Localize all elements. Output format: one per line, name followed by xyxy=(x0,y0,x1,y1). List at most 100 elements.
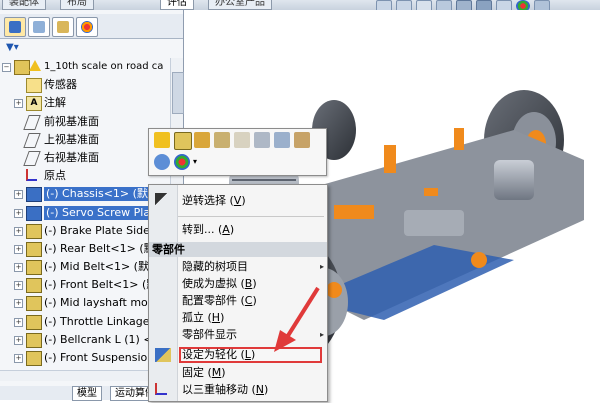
document-icon[interactable] xyxy=(294,132,310,148)
tree-row-top-plane[interactable]: 上视基准面 xyxy=(0,131,168,149)
suppress-icon[interactable] xyxy=(234,132,250,148)
scroll-thumb[interactable] xyxy=(172,72,184,114)
menu-hotkey-suffix: ) xyxy=(229,223,235,236)
menu-item-goto[interactable]: 转到... (A) xyxy=(182,222,234,238)
tree-row-part[interactable]: + (-) Chassis<1> (默认< xyxy=(0,185,168,203)
expand-icon[interactable]: + xyxy=(14,317,23,327)
menu-item-isolate[interactable]: 孤立 (H) xyxy=(182,310,224,326)
plane-icon xyxy=(23,132,41,148)
tree-item-label: 前视基准面 xyxy=(44,114,99,128)
tree-row-origin[interactable]: 原点 xyxy=(0,167,168,185)
edit-part-icon[interactable] xyxy=(174,132,192,150)
tree-row-right-plane[interactable]: 右视基准面 xyxy=(0,149,168,167)
hide-icon[interactable] xyxy=(254,132,270,148)
annotation-icon: A xyxy=(26,96,42,112)
menu-item-hidden-tree-items[interactable]: 隐藏的树项目 xyxy=(182,259,324,275)
select-arrow-icon xyxy=(155,193,171,207)
expand-icon[interactable]: + xyxy=(14,354,23,363)
display-manager-tab[interactable] xyxy=(76,17,98,37)
menu-hotkey-suffix: ) xyxy=(221,366,226,379)
property-manager-tab[interactable] xyxy=(28,17,50,37)
part-icon xyxy=(26,205,42,221)
sensor-icon xyxy=(26,78,42,94)
open-part-icon[interactable] xyxy=(154,132,170,148)
part-icon xyxy=(26,223,42,239)
menu-item-label: 设定为轻化 ( xyxy=(182,348,245,361)
menu-hotkey-suffix: ) xyxy=(250,348,256,361)
tree-row-part[interactable]: + (-) Mid layshaft mou xyxy=(0,294,168,312)
menu-hotkey-suffix: ) xyxy=(252,277,257,290)
tree-horizontal-scrollbar[interactable] xyxy=(0,370,170,381)
menu-item-label: 隐藏的树项目 xyxy=(182,260,248,273)
part-icon xyxy=(26,187,42,203)
expand-icon[interactable]: + xyxy=(14,244,23,254)
mate-icon[interactable] xyxy=(214,132,230,148)
properties-icon[interactable] xyxy=(274,132,290,148)
tree-row-sensors[interactable]: 传感器 xyxy=(0,76,168,94)
assembly-icon[interactable] xyxy=(194,132,210,148)
tab-model[interactable]: 模型 xyxy=(72,386,102,401)
expand-icon[interactable]: + xyxy=(14,226,23,236)
expand-icon[interactable]: + xyxy=(14,190,23,200)
tab-evaluate[interactable]: 评估 xyxy=(160,0,194,10)
menu-hotkey-suffix: ) xyxy=(252,294,257,307)
expand-icon[interactable]: + xyxy=(14,335,23,345)
annotation-arrow xyxy=(274,286,320,352)
appearance-icon[interactable] xyxy=(174,154,190,170)
collapse-icon[interactable]: − xyxy=(2,63,11,72)
menu-item-component-display[interactable]: 零部件显示 xyxy=(182,327,324,343)
menu-item-label: 使成为虚拟 ( xyxy=(182,277,245,290)
tree-row-annotations[interactable]: + A 注解 xyxy=(0,94,168,112)
part-icon xyxy=(26,332,42,348)
panel-tabs xyxy=(0,14,183,39)
menu-item-label: 以三重轴移动 ( xyxy=(182,383,256,396)
tree-item-label: (-) Front Belt<1> (默 xyxy=(44,278,158,292)
tree-item-label: 传感器 xyxy=(44,78,77,92)
tab-layout[interactable]: 布局 xyxy=(60,0,94,10)
filter-icon[interactable]: ▼▾ xyxy=(6,42,36,56)
menu-hotkey: N xyxy=(255,383,265,396)
expand-icon[interactable]: + xyxy=(14,263,23,273)
menu-item-make-virtual[interactable]: 使成为虚拟 (B) xyxy=(182,276,257,292)
plane-icon xyxy=(23,150,41,166)
expand-icon[interactable]: + xyxy=(14,208,23,218)
tree-item-label: (-) Rear Belt<1> (默 xyxy=(44,241,155,255)
tree-row-part[interactable]: + (-) Throttle Linkage< xyxy=(0,313,168,331)
part-icon xyxy=(26,314,42,330)
menu-item-configure-component[interactable]: 配置零部件 (C) xyxy=(182,293,257,309)
dropdown-icon[interactable]: ▾ xyxy=(193,157,197,166)
tree-item-label: 注解 xyxy=(44,96,66,110)
menu-hotkey: A xyxy=(222,223,230,236)
part-icon xyxy=(26,241,42,257)
tree-row-part[interactable]: + (-) Brake Plate Side< xyxy=(0,222,168,240)
tree-item-label: (-) Bellcrank L (1) <1 xyxy=(44,332,160,346)
zoom-selection-icon[interactable] xyxy=(154,154,170,170)
menu-item-label: 孤立 ( xyxy=(182,311,212,324)
menu-item-invert-selection[interactable]: 逆转选择 (V) xyxy=(182,193,246,209)
tree-row-part[interactable]: + (-) Servo Screw Plate xyxy=(0,204,168,222)
tree-row-root[interactable]: − 1_10th scale on road ca xyxy=(0,58,168,76)
expand-icon[interactable]: + xyxy=(14,99,23,109)
menu-section-header: 零部件 xyxy=(149,242,327,257)
expand-icon[interactable]: + xyxy=(14,299,23,309)
menu-item-fix[interactable]: 固定 (M) xyxy=(182,365,226,381)
menu-item-label: 配置零部件 ( xyxy=(182,294,245,307)
menu-item-move-with-triad[interactable]: 以三重轴移动 (N) xyxy=(182,382,268,398)
tree-row-part[interactable]: + (-) Rear Belt<1> (默 xyxy=(0,240,168,258)
plane-icon xyxy=(23,114,41,130)
menu-item-label: 转到... ( xyxy=(182,223,223,236)
tree-row-front-plane[interactable]: 前视基准面 xyxy=(0,113,168,131)
tree-row-part[interactable]: + (-) Front Belt<1> (默 xyxy=(0,276,168,294)
menu-item-label: 零部件显示 xyxy=(182,328,237,341)
tab-office-products[interactable]: 办公室产品 xyxy=(208,0,272,10)
tree-row-part[interactable]: + (-) Front Suspension xyxy=(0,349,168,367)
menu-item-set-lightweight[interactable]: 设定为轻化 (L) xyxy=(182,347,255,363)
configuration-manager-tab[interactable] xyxy=(52,17,74,37)
feature-manager-tab[interactable] xyxy=(4,17,26,37)
tree-row-part[interactable]: + (-) Bellcrank L (1) <1 xyxy=(0,331,168,349)
tab-assembly[interactable]: 装配体 xyxy=(2,0,46,10)
menu-hotkey-suffix: ) xyxy=(264,383,269,396)
tree-row-part[interactable]: + (-) Mid Belt<1> (默认 xyxy=(0,258,168,276)
tree-item-label: (-) Mid Belt<1> (默认 xyxy=(44,260,160,274)
expand-icon[interactable]: + xyxy=(14,281,23,291)
